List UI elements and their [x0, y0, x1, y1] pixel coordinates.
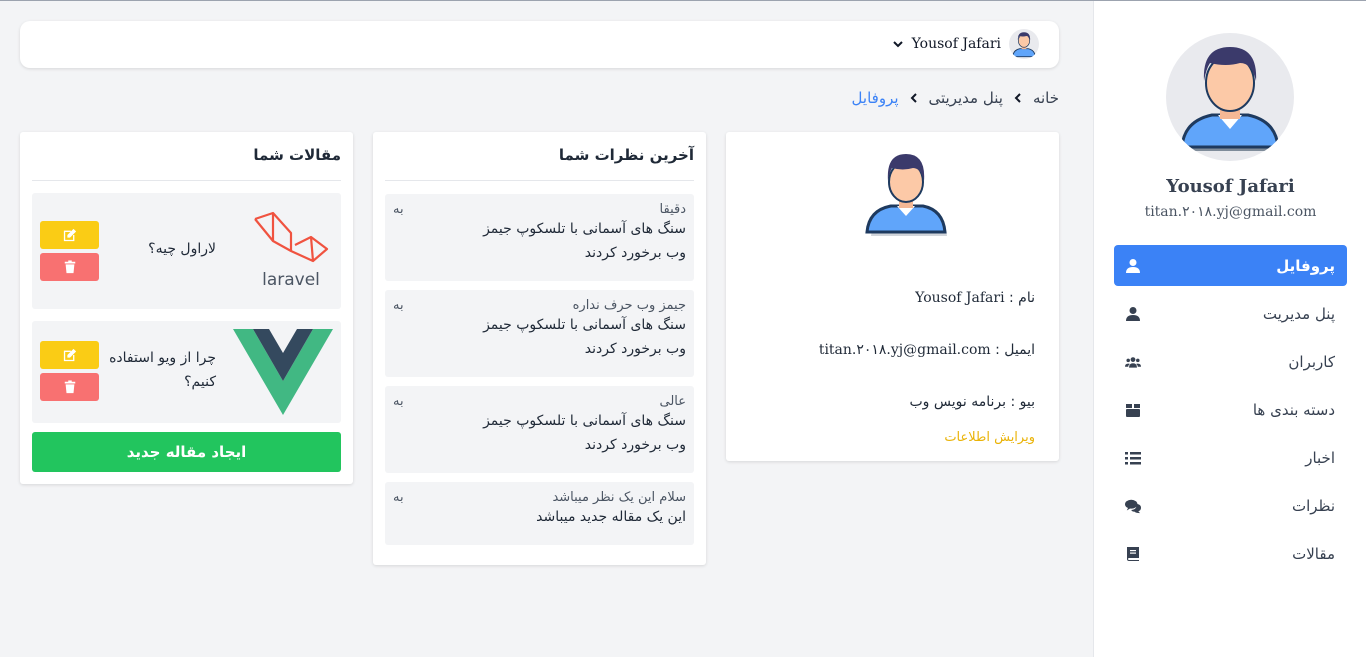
sidebar-item-admin-panel[interactable]: پنل مدیریت	[1114, 293, 1347, 334]
sidebar: Yousof Jafari titan.۲۰۱۸.yj@gmail.com پر…	[1093, 1, 1366, 657]
comment-to: به	[393, 490, 404, 505]
user-icon	[1124, 257, 1142, 275]
chevron-left-icon	[909, 89, 919, 107]
comment-item[interactable]: دقیقا به سنگ های آسمانی با تلسکوپ جیمز وب…	[385, 194, 694, 281]
laravel-logo: laravel	[251, 211, 333, 291]
comment-article: سنگ های آسمانی با تلسکوپ جیمز وب برخورد …	[483, 317, 686, 357]
profile-email-value: titan.۲۰۱۸.yj@gmail.com	[818, 342, 991, 358]
chevron-left-icon	[1013, 89, 1023, 107]
comment-article: سنگ های آسمانی با تلسکوپ جیمز وب برخورد …	[483, 413, 686, 453]
trash-icon	[64, 380, 75, 394]
profile-email-label: ایمیل :	[995, 342, 1035, 358]
delete-article-button[interactable]	[40, 373, 99, 401]
profile-name-value: Yousof Jafari	[915, 290, 1005, 306]
article-item[interactable]: laravel لاراول چیه؟	[32, 193, 341, 309]
profile-name-label: نام :	[1009, 290, 1035, 306]
comment-to: به	[393, 394, 404, 409]
profile-card: نام : Yousof Jafari ایمیل : titan.۲۰۱۸.y…	[726, 132, 1059, 461]
profile-email-row: ایمیل : titan.۲۰۱۸.yj@gmail.com	[819, 342, 1035, 358]
comment-text: عالی	[659, 394, 686, 409]
sidebar-item-label: اخبار	[1305, 448, 1335, 467]
sidebar-item-users[interactable]: کاربران	[1114, 341, 1347, 382]
comment-item[interactable]: عالی به سنگ های آسمانی با تلسکوپ جیمز وب …	[385, 386, 694, 473]
edit-article-button[interactable]	[40, 341, 99, 369]
article-title: لاراول چیه؟	[148, 241, 216, 257]
sidebar-user-email: titan.۲۰۱۸.yj@gmail.com	[1144, 204, 1317, 220]
user-icon	[1124, 305, 1142, 323]
sidebar-item-comments[interactable]: نظرات	[1114, 485, 1347, 526]
articles-title: مقالات شما	[253, 146, 341, 164]
user-menu-name: Yousof Jafari	[911, 36, 1001, 52]
sidebar-item-profile[interactable]: پروفایل	[1114, 245, 1347, 286]
comment-to: به	[393, 202, 404, 217]
profile-bio-label: بیو :	[1010, 394, 1035, 410]
avatar	[1009, 29, 1039, 59]
breadcrumb-panel[interactable]: پنل مدیریتی	[929, 89, 1003, 107]
breadcrumb-current: پروفایل	[851, 89, 899, 107]
latest-comments-card: آخرین نظرات شما دقیقا به سنگ های آسمانی ب…	[373, 132, 706, 565]
users-icon	[1124, 353, 1142, 371]
comment-text: جیمز وب حرف نداره	[572, 298, 686, 313]
sidebar-item-articles[interactable]: مقالات	[1114, 533, 1347, 574]
divider	[385, 180, 694, 181]
divider	[32, 180, 341, 181]
trash-icon	[64, 260, 75, 274]
edit-icon	[63, 228, 76, 242]
sidebar-item-label: کاربران	[1288, 352, 1335, 371]
top-bar: Yousof Jafari	[20, 21, 1059, 68]
comment-text: دقیقا	[659, 202, 686, 217]
user-menu-button[interactable]: Yousof Jafari	[892, 29, 1039, 59]
profile-bio-row: بیو : برنامه نویس وب	[910, 394, 1036, 410]
new-article-button[interactable]: ایجاد مقاله جدید	[32, 432, 341, 472]
sidebar-menu: پروفایل پنل مدیریت کاربران دسته بندی ها …	[1114, 245, 1347, 581]
profile-avatar	[861, 148, 953, 240]
list-icon	[1124, 449, 1142, 467]
edit-profile-link[interactable]: ویرایش اطلاعات	[944, 430, 1035, 445]
comment-item[interactable]: جیمز وب حرف نداره به سنگ های آسمانی با تل…	[385, 290, 694, 377]
sidebar-avatar	[1166, 33, 1294, 161]
comment-text: سلام این یک نظر میباشد	[552, 490, 686, 505]
sidebar-item-label: پروفایل	[1276, 256, 1335, 275]
comments-icon	[1124, 497, 1142, 515]
profile-bio-value: برنامه نویس وب	[909, 394, 1007, 410]
comment-article: سنگ های آسمانی با تلسکوپ جیمز وب برخورد …	[483, 221, 686, 261]
edit-icon	[63, 348, 76, 362]
sidebar-item-label: دسته بندی ها	[1252, 400, 1335, 419]
article-item[interactable]: چرا از ویو استفاده کنیم؟	[32, 321, 341, 423]
sidebar-item-categories[interactable]: دسته بندی ها	[1114, 389, 1347, 430]
comments-title: آخرین نظرات شما	[558, 146, 694, 164]
delete-article-button[interactable]	[40, 253, 99, 281]
book-icon	[1124, 545, 1142, 563]
vue-logo	[233, 329, 333, 417]
sidebar-user-name: Yousof Jafari	[1166, 176, 1295, 197]
your-articles-card: مقالات شما laravel لاراول چیه؟ چرا از وی…	[20, 132, 353, 484]
box-icon	[1124, 401, 1142, 419]
comment-article: این یک مقاله جدید میباشد	[536, 509, 686, 525]
sidebar-item-news[interactable]: اخبار	[1114, 437, 1347, 478]
article-title: چرا از ویو استفاده کنیم؟	[109, 350, 216, 390]
comment-to: به	[393, 298, 404, 313]
breadcrumb: خانه پنل مدیریتی پروفایل	[852, 89, 1059, 107]
laravel-logo-text: laravel	[262, 270, 320, 290]
breadcrumb-home[interactable]: خانه	[1033, 89, 1059, 107]
edit-article-button[interactable]	[40, 221, 99, 249]
sidebar-item-label: نظرات	[1291, 496, 1335, 515]
sidebar-item-label: پنل مدیریت	[1262, 304, 1335, 323]
comment-item[interactable]: سلام این یک نظر میباشد به این یک مقاله جد…	[385, 482, 694, 545]
sidebar-item-label: مقالات	[1292, 544, 1335, 563]
chevron-down-icon	[892, 41, 903, 48]
profile-name-row: نام : Yousof Jafari	[915, 290, 1035, 306]
